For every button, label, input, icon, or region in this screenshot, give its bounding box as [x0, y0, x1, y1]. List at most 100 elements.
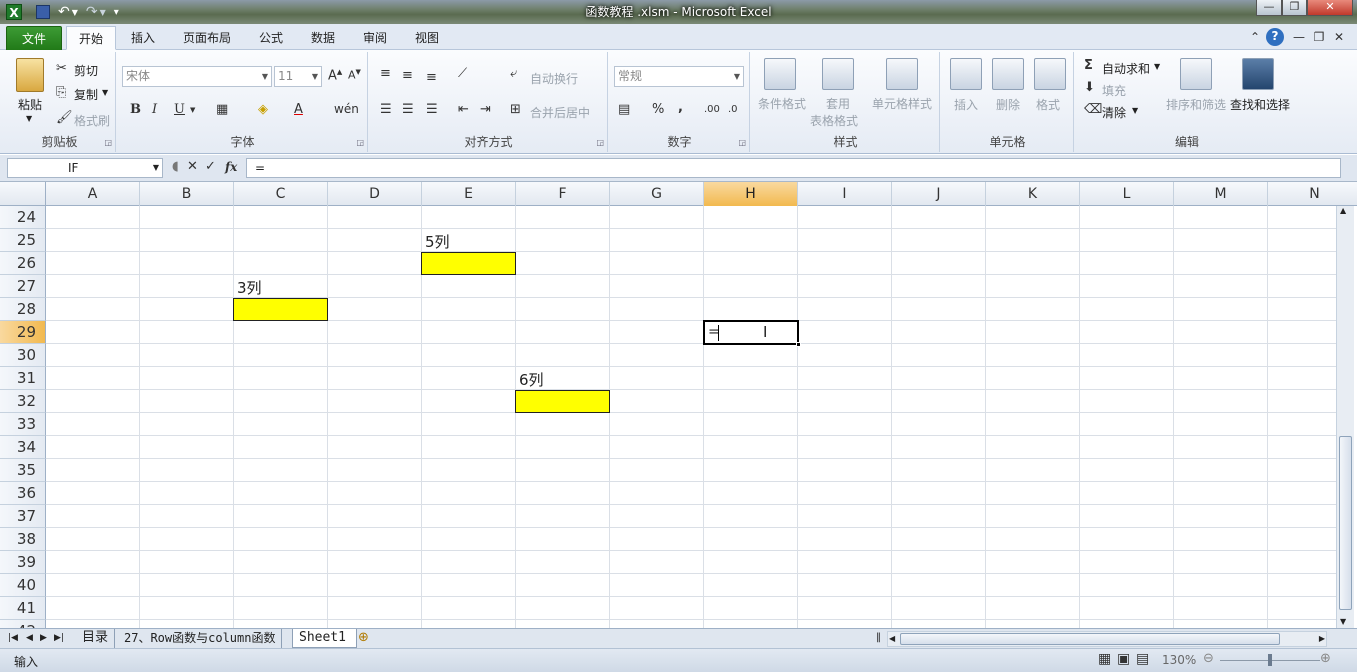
cancel-entry-icon[interactable]: ✕ [187, 159, 198, 174]
align-middle-icon[interactable]: ≡ [402, 68, 413, 83]
workbook-close-icon[interactable]: ✕ [1332, 29, 1346, 45]
cut-button[interactable]: 剪切 [74, 62, 98, 79]
paste-icon[interactable] [16, 58, 44, 92]
cell-styles-icon[interactable] [886, 58, 918, 90]
row-header-27[interactable]: 27 [0, 275, 46, 298]
formula-expand-handle-icon[interactable]: ◖ [172, 159, 179, 174]
column-header-c[interactable]: C [234, 182, 328, 206]
zoom-out-icon[interactable]: ⊖ [1203, 651, 1214, 666]
bold-button[interactable]: B [130, 102, 141, 117]
tab-split-handle[interactable]: ‖ [876, 629, 881, 648]
cell-styles-button[interactable]: 单元格样式 [872, 95, 932, 112]
format-cells-button[interactable]: 格式 [1036, 96, 1060, 113]
minimize-window-button[interactable]: — [1256, 0, 1282, 16]
page-break-preview-icon[interactable]: ▤ [1136, 651, 1149, 667]
row-header-29[interactable]: 29 [0, 321, 46, 344]
tab-view[interactable]: 视图 [406, 26, 448, 50]
row-header-40[interactable]: 40 [0, 574, 46, 597]
column-header-n[interactable]: N [1268, 182, 1357, 206]
format-painter-button[interactable]: 格式刷 [74, 112, 110, 129]
horizontal-scroll-thumb[interactable] [900, 633, 1280, 645]
clipboard-launcher-icon[interactable]: ◲ [104, 138, 112, 147]
column-header-d[interactable]: D [328, 182, 422, 206]
tab-insert[interactable]: 插入 [122, 26, 164, 50]
restore-window-button[interactable]: ❐ [1282, 0, 1307, 16]
grow-font-icon[interactable]: A▲ [328, 68, 342, 83]
row-header-41[interactable]: 41 [0, 597, 46, 620]
fill-color-icon[interactable]: ◈ [258, 102, 268, 117]
row-header-32[interactable]: 32 [0, 390, 46, 413]
number-launcher-icon[interactable]: ◲ [738, 138, 746, 147]
wrap-text-button[interactable]: 自动换行 [530, 70, 578, 87]
shrink-font-icon[interactable]: A▼ [348, 68, 361, 82]
tab-page-layout[interactable]: 页面布局 [174, 26, 240, 50]
column-header-g[interactable]: G [610, 182, 704, 206]
align-bottom-icon[interactable]: ≡ [426, 70, 437, 85]
underline-dropdown-icon[interactable]: ▼ [190, 106, 195, 114]
copy-button[interactable]: 复制 [74, 86, 98, 103]
row-header-39[interactable]: 39 [0, 551, 46, 574]
percent-style-button[interactable]: % [652, 102, 664, 117]
autosum-button[interactable]: 自动求和 [1102, 60, 1150, 77]
column-header-i[interactable]: I [798, 182, 892, 206]
highlight-cell-f32[interactable] [515, 390, 610, 413]
autosum-dropdown-icon[interactable]: ▼ [1154, 62, 1160, 71]
row-header-33[interactable]: 33 [0, 413, 46, 436]
tab-review[interactable]: 审阅 [354, 26, 396, 50]
row-header-42[interactable]: 42 [0, 620, 46, 628]
decrease-indent-icon[interactable]: ⇤ [458, 102, 469, 117]
help-icon[interactable]: ? [1266, 28, 1284, 46]
enter-entry-icon[interactable]: ✓ [205, 159, 216, 174]
delete-cells-icon[interactable] [992, 58, 1024, 90]
column-header-f[interactable]: F [516, 182, 610, 206]
cell-c27[interactable]: 3列 [233, 277, 262, 298]
next-sheet-icon[interactable]: ▶ [40, 629, 47, 648]
clear-dropdown-icon[interactable]: ▼ [1132, 106, 1138, 115]
column-header-e[interactable]: E [422, 182, 516, 206]
zoom-in-icon[interactable]: ⊕ [1320, 651, 1331, 666]
row-header-34[interactable]: 34 [0, 436, 46, 459]
align-right-icon[interactable]: ☰ [426, 102, 438, 117]
horizontal-scrollbar[interactable]: ◀ ▶ [887, 631, 1327, 647]
orientation-icon[interactable]: ⟋ [458, 66, 467, 81]
font-size-select[interactable]: 11 ▼ [274, 66, 322, 87]
sheet-tab-toc[interactable]: 目录 [76, 629, 116, 648]
row-header-26[interactable]: 26 [0, 252, 46, 275]
sort-filter-button[interactable]: 排序和筛选 [1166, 96, 1226, 113]
paste-button[interactable]: 粘贴 [18, 96, 42, 113]
borders-icon[interactable]: ▦ [216, 102, 228, 117]
align-center-icon[interactable]: ☰ [402, 102, 414, 117]
vertical-scrollbar[interactable]: ▲ ▼ [1336, 206, 1354, 628]
sheet-tab-sheet1[interactable]: Sheet1 [292, 629, 357, 648]
align-top-icon[interactable]: ≡ [380, 66, 391, 81]
conditional-formatting-button[interactable]: 条件格式 [758, 95, 806, 112]
merge-center-button[interactable]: 合并后居中 [530, 104, 590, 121]
scroll-right-icon[interactable]: ▶ [1319, 632, 1325, 646]
copy-dropdown-icon[interactable]: ▼ [102, 88, 108, 97]
fill-handle[interactable] [796, 342, 801, 347]
alignment-launcher-icon[interactable]: ◲ [596, 138, 604, 147]
insert-cells-icon[interactable] [950, 58, 982, 90]
insert-function-button[interactable]: fx [225, 160, 237, 174]
minimize-ribbon-icon[interactable]: ⌃ [1248, 29, 1262, 45]
comma-style-button[interactable]: , [678, 100, 683, 115]
zoom-slider-thumb[interactable] [1268, 654, 1272, 666]
name-box[interactable]: IF ▼ [7, 158, 163, 178]
column-header-j[interactable]: J [892, 182, 986, 206]
paste-dropdown-icon[interactable]: ▼ [26, 114, 32, 123]
column-header-a[interactable]: A [46, 182, 140, 206]
select-all-corner[interactable] [0, 182, 46, 206]
find-select-button[interactable]: 查找和选择 [1230, 96, 1290, 113]
row-header-35[interactable]: 35 [0, 459, 46, 482]
highlight-cell-c28[interactable] [233, 298, 328, 321]
format-as-table-button[interactable]: 表格格式 [810, 112, 858, 129]
scroll-up-icon[interactable]: ▲ [1340, 206, 1346, 215]
column-header-m[interactable]: M [1174, 182, 1268, 206]
delete-cells-button[interactable]: 删除 [996, 96, 1020, 113]
insert-sheet-icon[interactable]: ⊕ [358, 629, 369, 648]
sort-filter-icon[interactable] [1180, 58, 1212, 90]
last-sheet-icon[interactable]: ▶| [54, 629, 64, 648]
row-header-30[interactable]: 30 [0, 344, 46, 367]
decrease-decimal-icon[interactable]: .0 [728, 104, 738, 115]
font-launcher-icon[interactable]: ◲ [356, 138, 364, 147]
